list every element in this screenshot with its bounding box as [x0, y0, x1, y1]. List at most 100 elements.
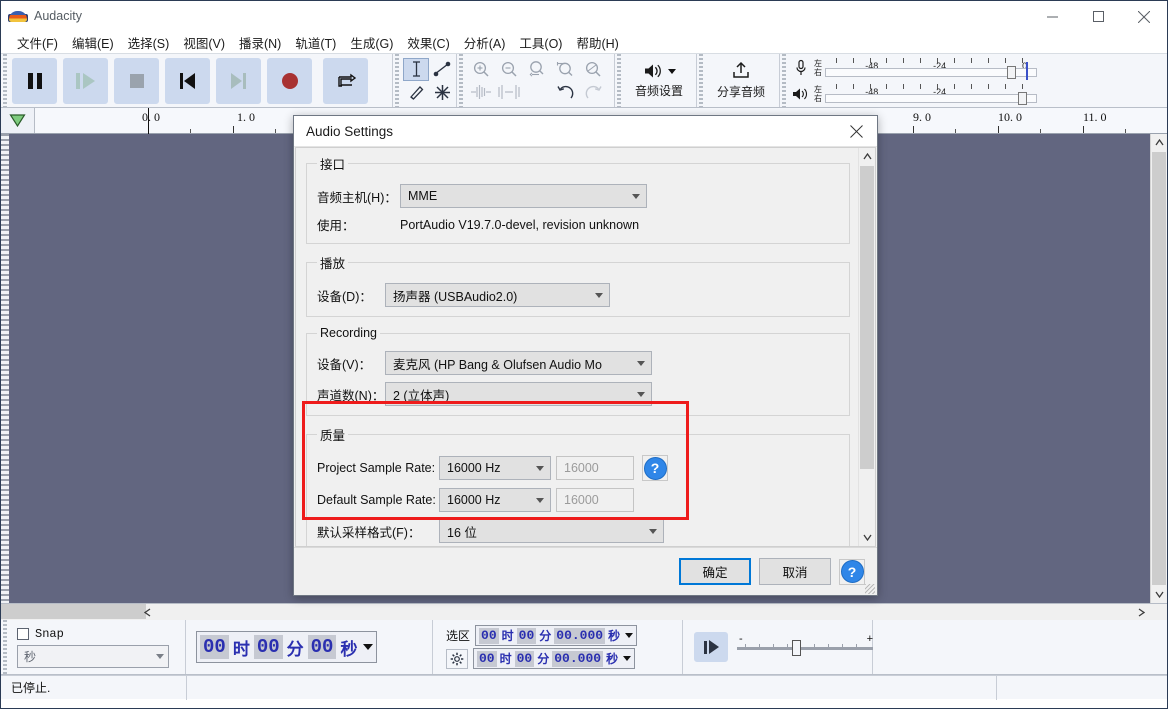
audio-position-field[interactable]: 00 时 00 分 00 秒	[196, 631, 377, 663]
zoom-toggle-button[interactable]	[579, 58, 607, 81]
minimize-icon[interactable]	[1029, 1, 1075, 32]
toolbar-grip[interactable]	[1, 54, 9, 107]
sel-end-dropdown-icon[interactable]	[623, 656, 631, 661]
play-button[interactable]	[63, 58, 108, 104]
recording-device-select[interactable]: 麦克风 (HP Bang & Olufsen Audio Mo	[385, 351, 652, 375]
dialog-help-button[interactable]: ?	[839, 559, 865, 585]
envelope-tool[interactable]	[429, 58, 455, 81]
scroll-down-icon[interactable]	[859, 529, 875, 546]
toolbar-grip[interactable]	[457, 54, 465, 107]
sample-rate-help-button[interactable]: ?	[642, 455, 668, 481]
snap-unit-select[interactable]: 秒	[17, 645, 169, 668]
sel-start-minutes: 00	[517, 628, 537, 644]
playback-meter[interactable]: 左 右 -48 -24	[788, 81, 1167, 107]
cancel-button[interactable]: 取消	[759, 558, 831, 585]
project-sample-rate-select[interactable]: 16000 Hz	[439, 456, 551, 480]
silence-audio-button[interactable]	[495, 81, 523, 104]
toolbar-grip[interactable]	[393, 54, 401, 107]
menu-file[interactable]: 文件(F)	[10, 31, 65, 54]
scroll-up-icon[interactable]	[1151, 134, 1168, 151]
gear-icon[interactable]	[446, 649, 468, 669]
play-at-speed-button[interactable]	[694, 632, 728, 662]
vertical-scroll-thumb[interactable]	[1152, 152, 1166, 585]
stop-button[interactable]	[114, 58, 159, 104]
playback-speed-knob[interactable]	[792, 640, 801, 656]
redo-button[interactable]	[579, 81, 607, 104]
default-sample-rate-custom-value: 16000	[564, 493, 599, 507]
audio-position-dropdown-icon[interactable]	[363, 644, 373, 650]
default-sample-format-select[interactable]: 16 位	[439, 519, 664, 543]
vertical-scrollbar[interactable]	[1150, 134, 1167, 603]
draw-tool[interactable]	[403, 81, 429, 104]
undo-button[interactable]	[551, 81, 579, 104]
track-panel-grip[interactable]	[1, 134, 9, 603]
audio-position-minutes: 00	[254, 635, 283, 659]
resize-grip[interactable]	[865, 584, 875, 594]
zoom-in-button[interactable]	[467, 58, 495, 81]
pause-button[interactable]	[12, 58, 57, 104]
audio-settings-button[interactable]: 音频设置	[625, 57, 693, 105]
scroll-right-icon[interactable]	[1133, 604, 1150, 621]
menu-select[interactable]: 选择(S)	[121, 31, 177, 54]
dialog-vertical-scrollbar[interactable]	[858, 148, 875, 546]
record-button[interactable]	[267, 58, 312, 104]
selection-end-field[interactable]: 00 时 00 分 00.000 秒	[473, 648, 635, 669]
bottom-dock-filler	[873, 620, 1167, 674]
menu-transport[interactable]: 播录(N)	[232, 31, 288, 54]
fit-project-button[interactable]	[551, 58, 579, 81]
horizontal-scrollbar[interactable]	[1, 603, 1167, 620]
toolbar-grip[interactable]	[615, 54, 623, 107]
horizontal-scroll-thumb[interactable]	[1, 604, 146, 619]
menu-view[interactable]: 视图(V)	[176, 31, 232, 54]
snap-unit-value: 秒	[24, 648, 36, 665]
scroll-left-icon[interactable]	[139, 604, 156, 621]
chevron-down-icon	[632, 194, 640, 199]
menu-help[interactable]: 帮助(H)	[569, 31, 625, 54]
scroll-down-icon[interactable]	[1151, 586, 1168, 603]
trim-audio-button[interactable]	[467, 81, 495, 104]
skip-to-end-button[interactable]	[216, 58, 261, 104]
dialog-scroll-thumb[interactable]	[860, 166, 874, 469]
fit-selection-button[interactable]	[523, 58, 551, 81]
recording-device-label: 设备(V)：	[317, 354, 385, 373]
selection-start-field[interactable]: 00 时 00 分 00.000 秒	[475, 625, 637, 646]
recording-meter[interactable]: 左 右 -48 -24 0	[788, 55, 1167, 81]
multi-tool[interactable]	[429, 81, 455, 104]
toolbar-grip[interactable]	[1, 620, 9, 674]
ok-button[interactable]: 确定	[679, 558, 751, 585]
fit-selection-icon	[528, 60, 546, 78]
snap-checkbox[interactable]	[17, 628, 29, 640]
playback-device-select[interactable]: 扬声器 (USBAudio2.0)	[385, 283, 610, 307]
close-icon[interactable]	[835, 116, 877, 147]
channels-select[interactable]: 2 (立体声)	[385, 382, 652, 406]
pinned-play-head-icon[interactable]	[1, 108, 35, 133]
skip-to-start-button[interactable]	[165, 58, 210, 104]
toolbar-grip[interactable]	[697, 54, 705, 107]
playback-volume-handle[interactable]	[1018, 92, 1027, 105]
recording-volume-handle[interactable]	[1007, 66, 1016, 79]
menu-effect[interactable]: 效果(C)	[400, 31, 456, 54]
maximize-icon[interactable]	[1075, 1, 1121, 32]
menu-generate[interactable]: 生成(G)	[343, 31, 400, 54]
playback-speed-slider[interactable]: - +	[737, 636, 875, 658]
menu-edit[interactable]: 编辑(E)	[65, 31, 121, 54]
menu-tools[interactable]: 工具(O)	[512, 31, 569, 54]
default-sample-rate-select[interactable]: 16000 Hz	[439, 488, 551, 512]
sel-start-dropdown-icon[interactable]	[625, 633, 633, 638]
close-icon[interactable]	[1121, 1, 1167, 32]
share-audio-button[interactable]: 分享音频	[707, 57, 775, 105]
audio-host-select[interactable]: MME	[400, 184, 647, 208]
zoom-out-button[interactable]	[495, 58, 523, 81]
toolbar-grip[interactable]	[780, 54, 788, 107]
project-sample-rate-custom-input[interactable]: 16000	[556, 456, 634, 480]
playback-meter-scale: -48 -24	[825, 82, 1037, 106]
ruler-label-0: 0. 0	[142, 110, 160, 125]
selection-tool[interactable]	[403, 58, 429, 81]
audacity-logo-icon	[9, 8, 27, 24]
menu-analyze[interactable]: 分析(A)	[457, 31, 513, 54]
scroll-up-icon[interactable]	[859, 148, 875, 165]
default-sample-rate-custom-input[interactable]: 16000	[556, 488, 634, 512]
meter-channel-labels: 左 右	[814, 85, 825, 103]
menu-tracks[interactable]: 轨道(T)	[288, 31, 343, 54]
loop-button[interactable]	[323, 58, 368, 104]
